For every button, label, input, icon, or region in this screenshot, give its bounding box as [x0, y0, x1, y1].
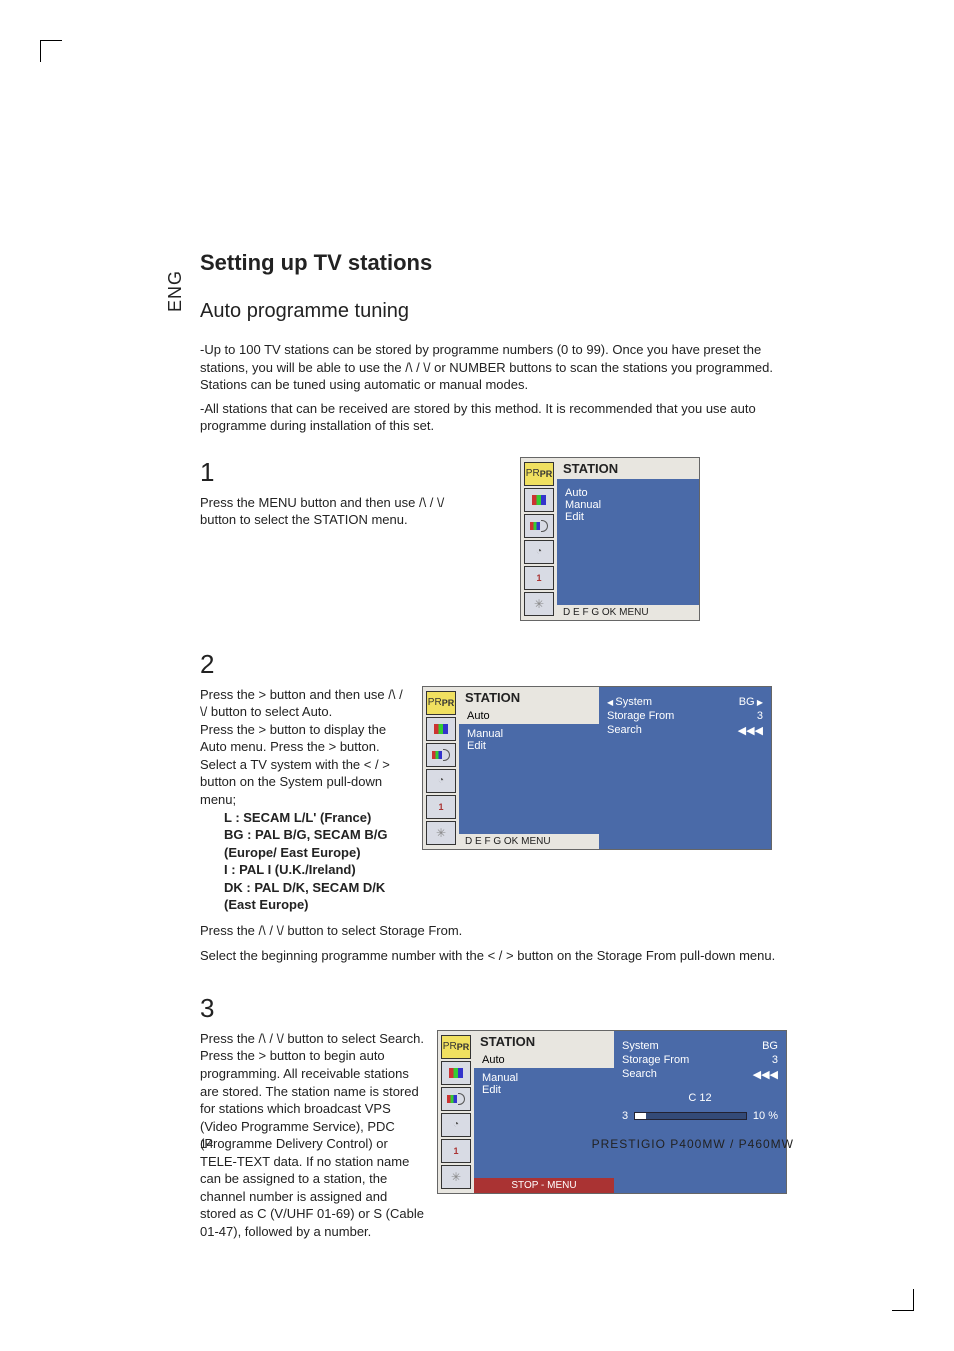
- osd-system-label: System: [607, 696, 652, 708]
- osd-storage-label: Storage From: [607, 710, 674, 722]
- osd-item-auto-selected: Auto: [459, 708, 599, 724]
- step2-p1: Press the > button and then use /\ / \/ …: [200, 686, 410, 721]
- step2-opt-i: I : PAL I (U.K./Ireland): [224, 861, 410, 879]
- product-model: PRESTIGIO P400MW / P460MW: [592, 1137, 794, 1151]
- osd-progress-right: 10 %: [753, 1110, 778, 1122]
- step-number-1: 1: [200, 457, 460, 488]
- osd-icon-picture: [524, 488, 554, 512]
- osd-title: STATION: [459, 687, 599, 708]
- osd-item-manual: Manual: [565, 499, 691, 511]
- language-tab: ENG: [165, 270, 186, 312]
- osd-icon-pr: PR: [441, 1035, 471, 1059]
- step1-text: Press the MENU button and then use /\ / …: [200, 494, 460, 529]
- osd-item-manual: Manual: [482, 1072, 606, 1084]
- osd-title: STATION: [474, 1031, 614, 1052]
- osd-storage-value: 3: [757, 710, 763, 722]
- osd-screenshot-1: PR ◔ STATION Auto Manual Edit D E F G OK…: [520, 457, 700, 621]
- osd-channel: C 12: [622, 1092, 778, 1104]
- osd-title: STATION: [557, 458, 699, 479]
- osd-system-label: System: [622, 1040, 659, 1052]
- osd-icon-time: ◔: [524, 540, 554, 564]
- osd-item-manual: Manual: [467, 728, 591, 740]
- osd-item-edit: Edit: [565, 511, 691, 523]
- osd-icon-sound: [426, 743, 456, 767]
- osd-item-auto: Auto: [565, 487, 691, 499]
- osd-progress-bar: [634, 1112, 747, 1120]
- osd-screenshot-2: PR ◔ STATION Auto Manual Edit: [422, 686, 772, 850]
- osd-item-edit: Edit: [482, 1084, 606, 1096]
- osd-search-value: ◀◀◀: [753, 1068, 778, 1081]
- osd-footer-nav: D E F G OK MENU: [459, 834, 599, 849]
- step-number-2: 2: [200, 649, 794, 680]
- osd-search-label: Search: [622, 1068, 657, 1081]
- osd-icon-picture: [441, 1061, 471, 1085]
- osd-icon-sound: [524, 514, 554, 538]
- osd-icon-time: ◔: [441, 1113, 471, 1137]
- osd-icon-sound: [441, 1087, 471, 1111]
- osd-system-value: BG: [762, 1040, 778, 1052]
- osd-icon-time: ◔: [426, 769, 456, 793]
- osd-stop-bar: STOP - MENU: [474, 1178, 614, 1193]
- intro-paragraph-2: -All stations that can be received are s…: [200, 400, 794, 435]
- osd-icon-pr: PR: [524, 462, 554, 486]
- intro-paragraph-1: -Up to 100 TV stations can be stored by …: [200, 341, 794, 394]
- osd-search-label: Search: [607, 724, 642, 737]
- osd-screenshot-3: PR ◔ STATION Auto Manual Edit: [437, 1030, 787, 1194]
- osd-icon-setup: [426, 821, 456, 845]
- osd-system-value: BG: [739, 696, 763, 708]
- osd-icon-setup: [441, 1165, 471, 1189]
- step2-opt-dk: DK : PAL D/K, SECAM D/K (East Europe): [224, 879, 410, 914]
- step3-text: Press the /\ / \/ button to select Searc…: [200, 1030, 425, 1241]
- osd-icon-setup: [524, 592, 554, 616]
- osd-item-auto-selected: Auto: [474, 1052, 614, 1068]
- osd-item-edit: Edit: [467, 740, 591, 752]
- osd-icon-special: [426, 795, 456, 819]
- osd-storage-value: 3: [772, 1054, 778, 1066]
- step2-after1: Press the /\ / \/ button to select Stora…: [200, 922, 794, 940]
- page-subtitle: Auto programme tuning: [200, 300, 794, 323]
- page-title: Setting up TV stations: [200, 250, 794, 276]
- osd-progress-left: 3: [622, 1110, 628, 1122]
- osd-footer-nav: D E F G OK MENU: [557, 605, 699, 620]
- osd-icon-picture: [426, 717, 456, 741]
- step2-opt-bg: BG : PAL B/G, SECAM B/G (Europe/ East Eu…: [224, 826, 410, 861]
- osd-storage-label: Storage From: [622, 1054, 689, 1066]
- step-number-3: 3: [200, 993, 794, 1024]
- step2-after2: Select the beginning programme number wi…: [200, 947, 794, 965]
- osd-search-value: ◀◀◀: [738, 724, 763, 737]
- osd-icon-special: [524, 566, 554, 590]
- osd-icon-pr: PR: [426, 691, 456, 715]
- step2-opt-l: L : SECAM L/L' (France): [224, 809, 410, 827]
- step2-p2: Press the > button to display the Auto m…: [200, 721, 410, 809]
- page-number: 14: [200, 1137, 213, 1151]
